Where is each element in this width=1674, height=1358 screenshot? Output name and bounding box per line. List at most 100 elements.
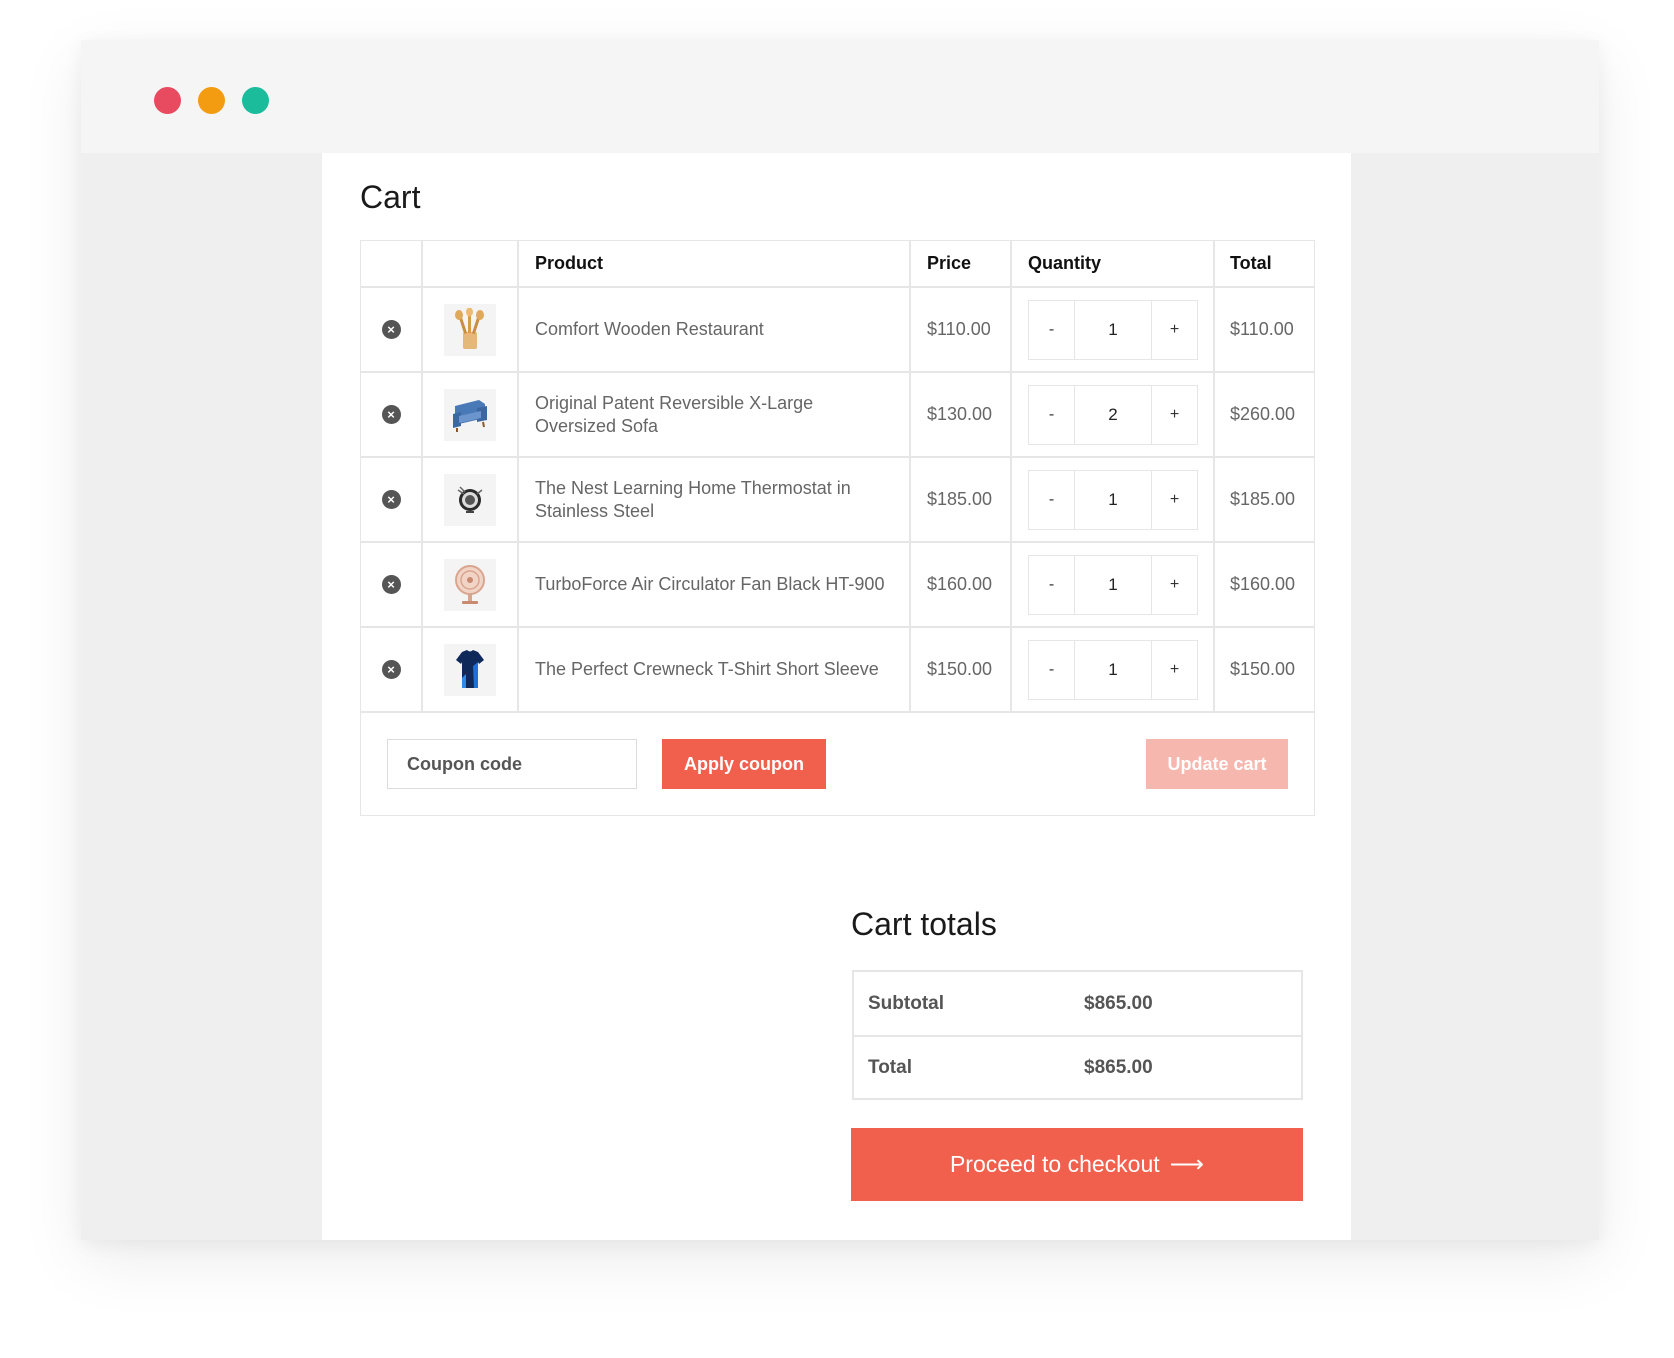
browser-window: Cart Product Price Quantity Total × Comf… [81, 40, 1599, 1240]
coupon-code-input[interactable] [387, 739, 637, 789]
header-quantity: Quantity [1012, 241, 1215, 286]
total-row: Total $865.00 [854, 1035, 1301, 1098]
product-name[interactable]: Comfort Wooden Restaurant [519, 288, 911, 371]
table-header-row: Product Price Quantity Total [361, 241, 1314, 288]
tshirt-icon [456, 649, 484, 688]
table-row: × The Perfect Crewneck T-Shirt Short Sle… [361, 628, 1314, 713]
thumb-cell [423, 628, 519, 711]
product-name[interactable]: The Perfect Crewneck T-Shirt Short Sleev… [519, 628, 911, 711]
product-thumbnail[interactable] [444, 558, 496, 611]
thumb-cell [423, 543, 519, 626]
quantity-decrease-button[interactable]: - [1029, 641, 1074, 699]
thermostat-icon [457, 485, 483, 513]
apply-coupon-button[interactable]: Apply coupon [662, 739, 826, 789]
product-name[interactable]: The Nest Learning Home Thermostat in Sta… [519, 458, 911, 541]
product-thumbnail[interactable] [444, 643, 496, 696]
product-thumbnail[interactable] [444, 388, 496, 441]
quantity-cell: - 2 + [1012, 373, 1215, 456]
table-row: × TurboForce Air Circulator Fan Black HT… [361, 543, 1314, 628]
quantity-increase-button[interactable]: + [1152, 556, 1197, 614]
proceed-to-checkout-button[interactable]: Proceed to checkout ⟶ [851, 1128, 1303, 1201]
total-label: Total [868, 1056, 912, 1078]
remove-cell: × [361, 628, 423, 711]
thumb-cell [423, 458, 519, 541]
quantity-decrease-button[interactable]: - [1029, 386, 1074, 444]
quantity-input[interactable]: 1 [1074, 555, 1152, 614]
product-thumbnail[interactable] [444, 473, 496, 526]
line-total: $260.00 [1230, 404, 1296, 424]
quantity-cell: - 1 + [1012, 288, 1215, 371]
subtotal-label: Subtotal [868, 992, 944, 1014]
quantity-cell: - 1 + [1012, 458, 1215, 541]
thumb-cell [423, 288, 519, 371]
subtotal-row: Subtotal $865.00 [854, 972, 1301, 1035]
quantity-increase-button[interactable]: + [1152, 471, 1197, 529]
thumb-cell [423, 373, 519, 456]
checkout-label: Proceed to checkout [949, 1151, 1160, 1177]
line-total: $160.00 [1230, 574, 1296, 594]
remove-cell: × [361, 458, 423, 541]
fan-icon [455, 564, 485, 604]
product-price: $110.00 [911, 288, 1012, 371]
remove-cell: × [361, 373, 423, 456]
product-name[interactable]: Original Patent Reversible X-Large Overs… [519, 373, 911, 456]
quantity-cell: - 1 + [1012, 628, 1215, 711]
cart-totals-title: Cart totals [851, 906, 997, 942]
product-name[interactable]: TurboForce Air Circulator Fan Black HT-9… [519, 543, 911, 626]
product-price: $185.00 [911, 458, 1012, 541]
quantity-stepper: - 1 + [1028, 639, 1198, 700]
quantity-input[interactable]: 2 [1074, 385, 1152, 444]
remove-item-icon[interactable]: × [381, 575, 401, 594]
header-product: Product [519, 241, 911, 286]
header-price: Price [911, 241, 1012, 286]
line-total: $110.00 [1230, 319, 1294, 339]
sofa-icon [453, 399, 487, 432]
total-value: $865.00 [1084, 1056, 1153, 1078]
cart-page: Cart Product Price Quantity Total × Comf… [322, 153, 1351, 1240]
cart-totals-table: Subtotal $865.00 Total $865.00 [852, 970, 1303, 1100]
page-title: Cart [360, 179, 421, 215]
wooden-utensils-icon [455, 307, 484, 349]
update-cart-button[interactable]: Update cart [1146, 739, 1288, 789]
quantity-increase-button[interactable]: + [1152, 301, 1197, 359]
table-row: × The Nest Learning Home Thermostat in S… [361, 458, 1314, 543]
remove-item-icon[interactable]: × [381, 320, 401, 339]
quantity-stepper: - 2 + [1028, 384, 1198, 445]
header-total: Total [1230, 253, 1272, 273]
close-window-button[interactable] [154, 87, 181, 114]
header-thumb-cell [423, 241, 519, 286]
quantity-increase-button[interactable]: + [1152, 641, 1197, 699]
quantity-decrease-button[interactable]: - [1029, 471, 1074, 529]
product-price: $160.00 [911, 543, 1012, 626]
quantity-cell: - 1 + [1012, 543, 1215, 626]
header-remove-cell [361, 241, 423, 286]
cart-table: Product Price Quantity Total × Comfort W… [360, 240, 1315, 816]
maximize-window-button[interactable] [242, 87, 269, 114]
product-price: $130.00 [911, 373, 1012, 456]
line-total: $185.00 [1230, 489, 1296, 509]
arrow-right-icon: ⟶ [1169, 1150, 1205, 1178]
remove-item-icon[interactable]: × [381, 405, 401, 424]
remove-cell: × [361, 288, 423, 371]
product-price: $150.00 [911, 628, 1012, 711]
minimize-window-button[interactable] [198, 87, 225, 114]
remove-item-icon[interactable]: × [381, 490, 401, 509]
quantity-decrease-button[interactable]: - [1029, 556, 1074, 614]
remove-item-icon[interactable]: × [381, 660, 401, 679]
product-thumbnail[interactable] [444, 303, 496, 356]
cart-actions: Apply coupon Update cart [361, 713, 1314, 815]
quantity-decrease-button[interactable]: - [1029, 301, 1074, 359]
quantity-increase-button[interactable]: + [1152, 386, 1197, 444]
table-row: × Comfort Wooden Restaurant $110.00 - 1 … [361, 288, 1314, 373]
line-total: $150.00 [1230, 659, 1296, 679]
quantity-input[interactable]: 1 [1074, 640, 1152, 699]
quantity-stepper: - 1 + [1028, 299, 1198, 360]
quantity-stepper: - 1 + [1028, 554, 1198, 615]
window-titlebar [81, 40, 1599, 153]
quantity-input[interactable]: 1 [1074, 300, 1152, 359]
quantity-input[interactable]: 1 [1074, 470, 1152, 529]
table-row: × Original Patent Reversible X-Large Ove… [361, 373, 1314, 458]
subtotal-value: $865.00 [1084, 992, 1153, 1014]
quantity-stepper: - 1 + [1028, 469, 1198, 530]
remove-cell: × [361, 543, 423, 626]
